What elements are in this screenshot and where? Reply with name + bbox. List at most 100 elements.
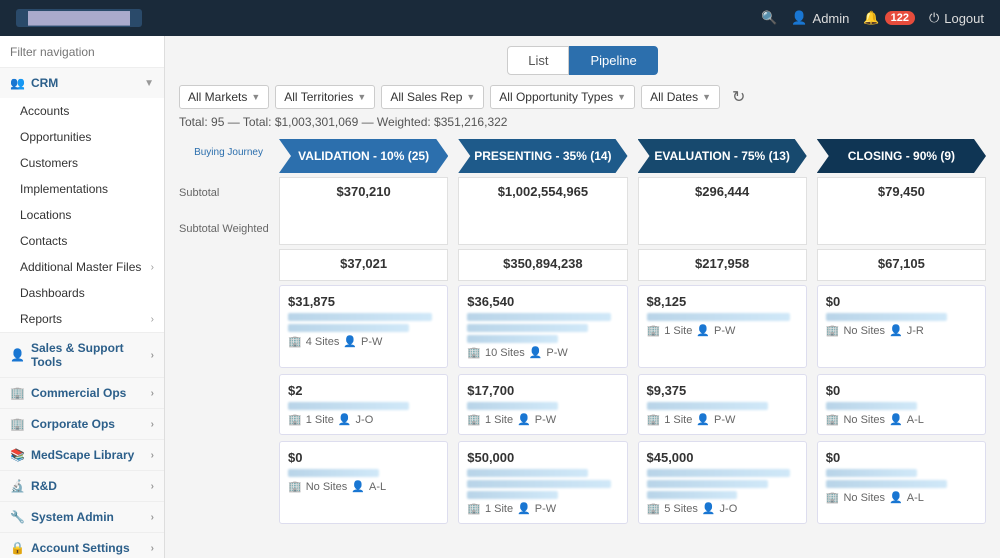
card-presenting-3[interactable]: $50,000 🏢 1 Site 👤 P-W — [458, 441, 627, 524]
sites-icon: 🏢 — [647, 413, 661, 426]
cards-spacer-2 — [179, 374, 269, 435]
rd-icon: 🔬 — [10, 479, 25, 493]
list-view-button[interactable]: List — [507, 46, 569, 75]
sidebar-section-corporate-ops: 🏢 Corporate Ops › — [0, 409, 164, 440]
sales-rep-filter[interactable]: All Sales Rep ▼ — [381, 85, 484, 109]
subtotal-validation: $370,210 — [279, 177, 448, 245]
logout-nav-item[interactable]: ⏻ Logout — [929, 10, 984, 26]
card-closing-2[interactable]: $0 🏢 No Sites 👤 A-L — [817, 374, 986, 435]
search-nav-item[interactable]: 🔍 — [761, 10, 777, 26]
subtotal-label-column: Subtotal Subtotal Weighted — [179, 177, 269, 245]
card-amount: $0 — [288, 450, 439, 465]
sidebar-section-header-sales-support[interactable]: 👤 Sales & Support Tools › — [0, 333, 164, 377]
card-name-bar-1 — [467, 313, 611, 321]
card-presenting-1[interactable]: $36,540 🏢 10 Sites 👤 P-W — [458, 285, 627, 368]
card-evaluation-1[interactable]: $8,125 🏢 1 Site 👤 P-W — [638, 285, 807, 368]
card-amount: $31,875 — [288, 294, 439, 309]
admin-nav-item[interactable]: 👤 Admin — [791, 10, 849, 26]
sidebar-item-contacts[interactable]: Contacts — [0, 228, 164, 254]
subtotal-weighted-label: Subtotal Weighted — [179, 213, 269, 245]
sidebar-item-dashboards[interactable]: Dashboards — [0, 280, 164, 306]
sites-icon: 🏢 — [647, 324, 661, 337]
sidebar-item-locations[interactable]: Locations — [0, 202, 164, 228]
notifications-nav-item[interactable]: 🔔 122 — [863, 10, 915, 26]
opportunity-types-filter[interactable]: All Opportunity Types ▼ — [490, 85, 635, 109]
sidebar-section-account-settings: 🔒 Account Settings › — [0, 533, 164, 558]
medscape-icon: 📚 — [10, 448, 25, 462]
corporate-ops-icon: 🏢 — [10, 417, 25, 431]
header-spacer: Buying Journey — [179, 139, 269, 173]
card-validation-1[interactable]: $31,875 🏢 4 Sites 👤 P-W — [279, 285, 448, 368]
pipeline-view-button[interactable]: Pipeline — [569, 46, 657, 75]
user-icon: 👤 — [791, 10, 807, 26]
crm-icon: 👥 — [10, 76, 25, 90]
card-name-bar-2 — [467, 324, 588, 332]
subtotal-weighted-presenting: $350,894,238 — [458, 249, 627, 281]
sites-icon: 🏢 — [288, 480, 302, 493]
card-meta: 🏢 No Sites 👤 A-L — [826, 491, 977, 504]
refresh-button[interactable]: ↻ — [726, 85, 751, 109]
account-settings-chevron-icon: › — [151, 543, 154, 554]
rep-icon: 👤 — [889, 324, 903, 337]
sidebar-section-header-account-settings[interactable]: 🔒 Account Settings › — [0, 533, 164, 558]
card-presenting-2[interactable]: $17,700 🏢 1 Site 👤 P-W — [458, 374, 627, 435]
column-header-evaluation: EVALUATION - 75% (13) — [638, 139, 807, 173]
sidebar-section-header-corporate-ops[interactable]: 🏢 Corporate Ops › — [0, 409, 164, 439]
sales-rep-caret-icon: ▼ — [466, 92, 475, 102]
sidebar-item-reports[interactable]: Reports › — [0, 306, 164, 332]
medscape-chevron-icon: › — [151, 450, 154, 461]
sidebar-item-opportunities[interactable]: Opportunities — [0, 124, 164, 150]
card-amount: $17,700 — [467, 383, 618, 398]
territories-filter[interactable]: All Territories ▼ — [275, 85, 375, 109]
sidebar-item-implementations[interactable]: Implementations — [0, 176, 164, 202]
card-name-bar-1 — [647, 313, 791, 321]
logout-icon: ⏻ — [929, 10, 939, 26]
subtotal-weighted-evaluation: $217,958 — [638, 249, 807, 281]
sidebar-item-customers[interactable]: Customers — [0, 150, 164, 176]
territories-caret-icon: ▼ — [357, 92, 366, 102]
crm-chevron-icon: ▼ — [144, 78, 154, 89]
subtotal-weighted-validation: $37,021 — [279, 249, 448, 281]
card-validation-3[interactable]: $0 🏢 No Sites 👤 A-L — [279, 441, 448, 524]
markets-filter[interactable]: All Markets ▼ — [179, 85, 269, 109]
card-meta: 🏢 No Sites 👤 A-L — [288, 480, 439, 493]
main-layout: « 👥 CRM ▼ Accounts Opportunities Custome… — [0, 36, 1000, 558]
rep-icon: 👤 — [517, 502, 531, 515]
sidebar-section-header-system-admin[interactable]: 🔧 System Admin › — [0, 502, 164, 532]
sidebar-section-rd: 🔬 R&D › — [0, 471, 164, 502]
card-name-bar — [826, 402, 917, 410]
column-headers: VALIDATION - 10% (25) PRESENTING - 35% (… — [279, 139, 986, 173]
dates-filter[interactable]: All Dates ▼ — [641, 85, 720, 109]
sidebar-section-header-medscape[interactable]: 📚 MedScape Library › — [0, 440, 164, 470]
rep-icon: 👤 — [889, 413, 903, 426]
card-validation-2[interactable]: $2 🏢 1 Site 👤 J-O — [279, 374, 448, 435]
column-header-presenting: PRESENTING - 35% (14) — [458, 139, 627, 173]
card-meta: 🏢 No Sites 👤 J-R — [826, 324, 977, 337]
sidebar-item-accounts[interactable]: Accounts — [0, 98, 164, 124]
commercial-ops-icon: 🏢 — [10, 386, 25, 400]
rep-icon: 👤 — [702, 502, 716, 515]
reports-arrow-icon: › — [151, 314, 154, 325]
card-evaluation-3[interactable]: $45,000 🏢 5 Sites 👤 J-O — [638, 441, 807, 524]
card-closing-1[interactable]: $0 🏢 No Sites 👤 J-R — [817, 285, 986, 368]
filter-bar: All Markets ▼ All Territories ▼ All Sale… — [179, 85, 986, 109]
card-closing-3[interactable]: $0 🏢 No Sites 👤 A-L — [817, 441, 986, 524]
filter-navigation-input[interactable] — [10, 45, 165, 59]
card-amount: $36,540 — [467, 294, 618, 309]
sidebar-item-additional-master-files[interactable]: Additional Master Files › — [0, 254, 164, 280]
dates-caret-icon: ▼ — [702, 92, 711, 102]
sales-support-icon: 👤 — [10, 348, 25, 362]
corporate-ops-chevron-icon: › — [151, 419, 154, 430]
sites-icon: 🏢 — [467, 502, 481, 515]
card-amount: $0 — [826, 450, 977, 465]
sidebar-section-header-crm[interactable]: 👥 CRM ▼ — [0, 68, 164, 98]
card-meta: 🏢 1 Site 👤 P-W — [467, 413, 618, 426]
card-name-bar-3 — [647, 491, 738, 499]
sidebar-section-header-rd[interactable]: 🔬 R&D › — [0, 471, 164, 501]
card-meta: 🏢 1 Site 👤 P-W — [467, 502, 618, 515]
card-name-bar-2 — [288, 324, 409, 332]
sidebar-section-header-commercial-ops[interactable]: 🏢 Commercial Ops › — [0, 378, 164, 408]
pipeline-board: Buying Journey VALIDATION - 10% (25) PRE… — [179, 139, 986, 524]
card-evaluation-2[interactable]: $9,375 🏢 1 Site 👤 P-W — [638, 374, 807, 435]
sites-icon: 🏢 — [467, 413, 481, 426]
